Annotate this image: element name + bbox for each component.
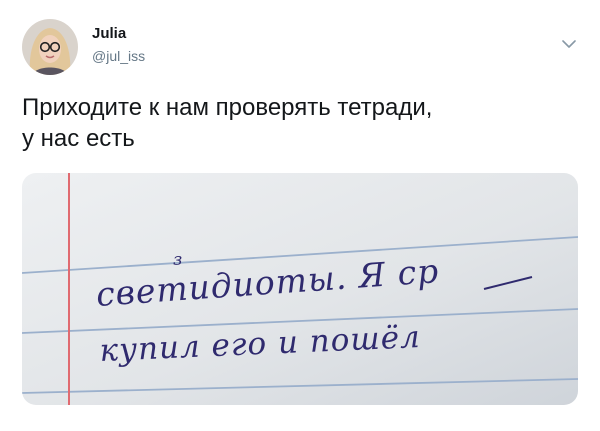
user-handle[interactable]: @jul_iss <box>92 48 145 64</box>
display-name[interactable]: Julia <box>92 25 126 42</box>
correction-mark: з <box>173 250 182 270</box>
tweet-text-line: Приходите к нам проверять тетради, <box>22 94 433 121</box>
chevron-down-icon[interactable] <box>560 38 578 50</box>
tweet-text-line: у нас есть <box>22 125 135 152</box>
tweet-card: Julia @jul_iss Приходите к нам проверять… <box>0 0 600 431</box>
avatar[interactable] <box>22 19 78 75</box>
tweet-text: Приходите к нам проверять тетради, у нас… <box>22 92 572 154</box>
tweet-photo[interactable]: светидиоты. Я ср купил его и пошёл з <box>22 173 578 405</box>
